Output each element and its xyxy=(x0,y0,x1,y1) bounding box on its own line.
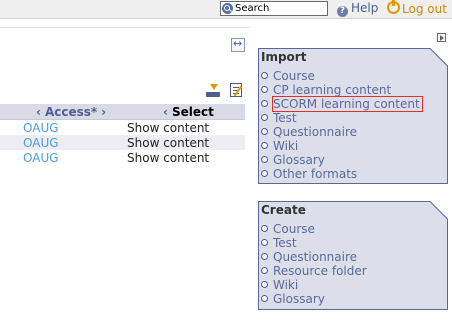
collapse-column-icon[interactable] xyxy=(437,33,446,42)
create-item-glossary[interactable]: Glossary xyxy=(261,292,367,306)
create-item-test[interactable]: Test xyxy=(261,236,367,250)
search-icon[interactable] xyxy=(222,3,233,14)
import-item-wiki[interactable]: Wiki xyxy=(261,139,422,153)
column-header-select[interactable]: ‹ Select xyxy=(127,104,245,120)
import-item-glossary[interactable]: Glossary xyxy=(261,153,422,167)
resize-width-icon[interactable] xyxy=(231,37,245,52)
help-icon: ? xyxy=(337,6,348,17)
create-list: Course Test Questionnaire Resource folde… xyxy=(261,222,367,306)
import-item-test[interactable]: Test xyxy=(261,111,422,125)
create-item-course[interactable]: Course xyxy=(261,222,367,236)
bullet-icon xyxy=(261,72,268,79)
bullet-icon xyxy=(261,128,268,135)
access-link[interactable]: OAUG xyxy=(0,150,127,165)
bullet-icon xyxy=(261,100,268,107)
sort-left-icon: ‹ xyxy=(36,104,41,119)
create-item-wiki[interactable]: Wiki xyxy=(261,278,367,292)
import-item-course[interactable]: Course xyxy=(261,69,422,83)
bullet-icon xyxy=(261,86,268,93)
header-divider xyxy=(0,27,250,28)
create-panel: Create Course Test Questionnaire Resourc… xyxy=(258,201,448,310)
table-row: OAUG Show content xyxy=(0,119,245,135)
import-icon[interactable] xyxy=(206,84,220,98)
bullet-icon xyxy=(261,239,268,246)
bullet-icon xyxy=(261,156,268,163)
search-input[interactable] xyxy=(235,2,325,15)
import-panel: Import Course CP learning content SCORM … xyxy=(258,48,448,184)
sort-left-icon: ‹ xyxy=(163,104,168,119)
show-content-link[interactable]: Show content xyxy=(127,119,245,135)
sort-right-icon: › xyxy=(101,104,107,119)
access-link[interactable]: OAUG xyxy=(0,135,127,150)
create-item-resource-folder[interactable]: Resource folder xyxy=(261,264,367,278)
content-table: ‹ Access* › ‹ Select OAUG Show content OAUG… xyxy=(0,104,245,165)
create-item-questionnaire[interactable]: Questionnaire xyxy=(261,250,367,264)
help-label: Help xyxy=(351,1,379,15)
bullet-icon xyxy=(261,281,268,288)
search-box[interactable] xyxy=(220,1,328,16)
bullet-icon xyxy=(261,267,268,274)
column-header-access[interactable]: ‹ Access* › xyxy=(0,104,127,120)
import-list: Course CP learning content SCORM learnin… xyxy=(261,69,423,181)
create-panel-title: Create xyxy=(261,203,306,217)
import-item-scorm-learning-content[interactable]: SCORM learning content xyxy=(261,96,423,112)
show-content-link[interactable]: Show content xyxy=(127,150,245,165)
show-content-link[interactable]: Show content xyxy=(127,135,245,150)
bullet-icon xyxy=(261,295,268,302)
logout-link[interactable]: Log out xyxy=(387,0,447,17)
power-icon xyxy=(387,0,400,14)
bullet-icon xyxy=(261,114,268,121)
table-row: OAUG Show content xyxy=(0,135,245,150)
help-link[interactable]: ? Help xyxy=(337,1,378,17)
highlight-box: SCORM learning content xyxy=(272,96,423,112)
import-item-cp-learning-content[interactable]: CP learning content xyxy=(261,83,422,97)
top-bar: ?Help Log out xyxy=(0,0,452,19)
bullet-icon xyxy=(261,170,268,177)
access-link[interactable]: OAUG xyxy=(0,119,127,135)
table-row: OAUG Show content xyxy=(0,150,245,165)
bullet-icon xyxy=(261,142,268,149)
import-item-questionnaire[interactable]: Questionnaire xyxy=(261,125,422,139)
edit-icon[interactable] xyxy=(230,83,242,97)
table-header-row: ‹ Access* › ‹ Select xyxy=(0,104,245,120)
logout-label: Log out xyxy=(402,2,447,16)
bullet-icon xyxy=(261,225,268,232)
import-item-other-formats[interactable]: Other formats xyxy=(261,167,422,181)
bullet-icon xyxy=(261,253,268,260)
import-panel-title: Import xyxy=(261,50,307,64)
